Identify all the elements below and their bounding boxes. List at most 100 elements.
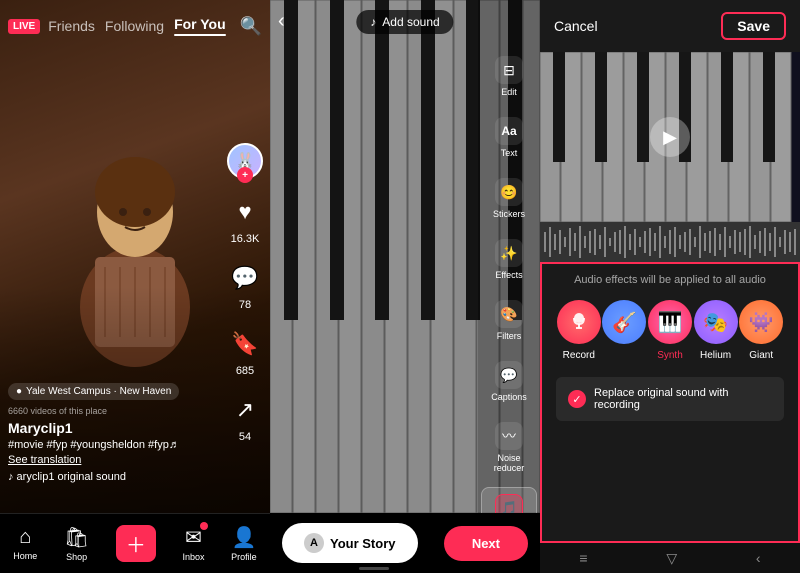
- effect-record[interactable]: Record: [556, 300, 602, 361]
- nav-shop[interactable]: 🛍 Shop: [64, 525, 89, 562]
- synth2-label: Synth: [657, 350, 683, 361]
- location-name: Yale West Campus · New Haven: [26, 386, 171, 397]
- effect-giant[interactable]: 👾 Giant: [738, 300, 784, 361]
- edit-icon: ⊟: [495, 56, 523, 84]
- story-button[interactable]: A Your Story: [282, 523, 418, 563]
- comment-action[interactable]: 💬 78: [226, 259, 264, 311]
- sound-tag[interactable]: ♪ aryclip1 original sound: [8, 471, 215, 483]
- filters-icon: 🎨: [495, 300, 523, 328]
- toolbar-text[interactable]: Aa Text: [481, 111, 537, 164]
- like-count: 16.3K: [231, 233, 260, 245]
- add-icon: ＋: [116, 525, 156, 562]
- play-button[interactable]: ▶: [650, 117, 690, 157]
- nav-home[interactable]: ⌂ Home: [13, 526, 37, 561]
- shop-icon: 🛍: [64, 525, 89, 550]
- comment-count: 78: [239, 299, 251, 311]
- effects-title: Audio effects will be applied to all aud…: [556, 274, 784, 286]
- stickers-label: Stickers: [493, 209, 525, 219]
- effects-row: Record 🎸 🎹 Synth 🎭 Hel: [556, 300, 784, 361]
- replace-checkbox[interactable]: ✓: [568, 390, 586, 408]
- cancel-button[interactable]: Cancel: [554, 18, 598, 34]
- waveform: [540, 222, 800, 262]
- live-badge: LIVE: [8, 19, 40, 34]
- music-icon: ♪: [370, 15, 376, 29]
- bookmark-action[interactable]: 🔖 685: [226, 325, 264, 377]
- home-icon: ⌂: [19, 526, 31, 549]
- location-dot: ●: [16, 386, 22, 397]
- waveform-svg: [540, 222, 800, 262]
- nav-following[interactable]: Following: [105, 18, 164, 34]
- captions-icon: 💬: [495, 361, 523, 389]
- audio-header: Cancel Save: [540, 0, 800, 52]
- story-label: Your Story: [330, 536, 396, 551]
- editor-toolbar: ⊟ Edit Aa Text 😊 Stickers ✨ Effects 🎨 Fi…: [478, 0, 540, 513]
- nav-profile[interactable]: 👤 Profile: [231, 525, 257, 562]
- nav-friends[interactable]: Friends: [48, 18, 95, 34]
- audio-panel: Cancel Save: [540, 0, 800, 573]
- share-count: 54: [239, 431, 251, 443]
- feed-header: LIVE Friends Following For You 🔍: [0, 0, 270, 52]
- filters-label: Filters: [497, 331, 522, 341]
- story-avatar: A: [304, 533, 324, 553]
- toolbar-noise[interactable]: 〰 Noise reducer: [481, 416, 537, 479]
- synth2-icon: 🎹: [648, 300, 692, 344]
- replace-sound-row[interactable]: ✓ Replace original sound with recording: [556, 377, 784, 421]
- text-label: Text: [501, 148, 518, 158]
- giant-icon: 👾: [739, 300, 783, 344]
- bookmark-count: 685: [236, 365, 254, 377]
- effect-helium[interactable]: 🎭 Helium: [693, 300, 739, 361]
- toolbar-captions[interactable]: 💬 Captions: [481, 355, 537, 408]
- noise-icon: 〰: [495, 422, 523, 450]
- edit-label: Edit: [501, 87, 517, 97]
- effects-label: Effects: [495, 270, 522, 280]
- nav-for-you[interactable]: For You: [174, 16, 226, 36]
- toolbar-filters[interactable]: 🎨 Filters: [481, 294, 537, 347]
- location-tag[interactable]: ● Yale West Campus · New Haven: [8, 383, 179, 400]
- search-icon[interactable]: 🔍: [240, 16, 262, 37]
- record-label: Record: [563, 350, 595, 361]
- back-arrow[interactable]: ‹: [278, 10, 285, 33]
- share-icon: ↗: [226, 391, 264, 429]
- effects-icon: ✨: [495, 239, 523, 267]
- home-label: Home: [13, 551, 37, 561]
- save-button[interactable]: Save: [721, 12, 786, 40]
- toolbar-edit[interactable]: ⊟ Edit: [481, 50, 537, 103]
- feed-panel: LIVE Friends Following For You 🔍 🐰 + ♥ 1…: [0, 0, 270, 573]
- record-icon: [557, 300, 601, 344]
- helium-icon: 🎭: [694, 300, 738, 344]
- nav-inbox[interactable]: ✉ Inbox: [183, 525, 205, 562]
- add-sound-bar[interactable]: ♪ Add sound: [356, 10, 453, 34]
- audio-video-preview[interactable]: ▶: [540, 52, 800, 222]
- toolbar-stickers[interactable]: 😊 Stickers: [481, 172, 537, 225]
- helium-label: Helium: [700, 350, 731, 361]
- share-action[interactable]: ↗ 54: [226, 391, 264, 443]
- caption: #movie #fyp #youngsheldon #fyp♬: [8, 439, 215, 451]
- text-icon: Aa: [495, 117, 523, 145]
- stickers-icon: 😊: [495, 178, 523, 206]
- like-action[interactable]: ♥ 16.3K: [226, 193, 264, 245]
- profile-label: Profile: [231, 552, 257, 562]
- synth1-icon: 🎸: [602, 300, 646, 344]
- gesture-indicator: [359, 567, 389, 570]
- effect-synth1[interactable]: 🎸: [602, 300, 648, 350]
- effect-synth2[interactable]: 🎹 Synth: [647, 300, 693, 361]
- nav-add[interactable]: ＋: [116, 525, 156, 562]
- feed-right-icons: 🐰 + ♥ 16.3K 💬 78 🔖 685 ↗ 54: [226, 143, 264, 443]
- inbox-icon: ✉: [185, 525, 202, 550]
- shop-label: Shop: [66, 552, 87, 562]
- inbox-dot: [200, 522, 208, 530]
- add-sound-label: Add sound: [382, 15, 439, 29]
- see-translation[interactable]: See translation: [8, 454, 215, 466]
- bookmark-icon: 🔖: [226, 325, 264, 363]
- editor-panel: ‹ ♪ Add sound ⊟ Edit Aa Text 😊 Stickers …: [270, 0, 540, 573]
- location-sub: 6660 videos of this place: [8, 406, 215, 416]
- feed-info: ● Yale West Campus · New Haven 6660 vide…: [8, 381, 215, 483]
- username[interactable]: Maryclip1: [8, 420, 215, 436]
- giant-label: Giant: [749, 350, 773, 361]
- avatar[interactable]: 🐰 +: [227, 143, 263, 179]
- next-button[interactable]: Next: [444, 526, 528, 561]
- captions-label: Captions: [491, 392, 527, 402]
- toolbar-effects[interactable]: ✨ Effects: [481, 233, 537, 286]
- audio-effects-section: Audio effects will be applied to all aud…: [540, 262, 800, 543]
- follow-button[interactable]: +: [237, 167, 253, 183]
